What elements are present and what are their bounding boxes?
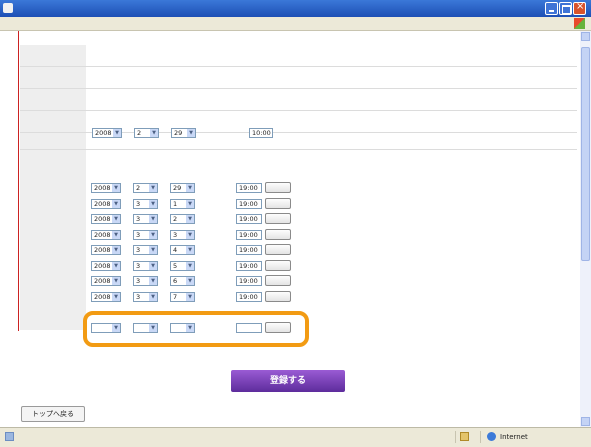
ie-icon (3, 3, 13, 13)
day-select[interactable]: 5 (170, 261, 195, 271)
row-label (20, 133, 86, 150)
scroll-down-arrow[interactable] (581, 417, 590, 426)
month-select[interactable]: 3 (133, 292, 158, 302)
year-select[interactable]: 2008 (91, 230, 121, 240)
day-select[interactable]: 7 (170, 292, 195, 302)
day-select[interactable]: 6 (170, 276, 195, 286)
close-button[interactable] (573, 1, 586, 15)
time-input[interactable]: 19:00 (236, 292, 262, 302)
internet-zone-icon (487, 432, 496, 441)
day-select[interactable]: 1 (170, 199, 195, 209)
month-select[interactable]: 3 (133, 276, 158, 286)
time-input[interactable]: 19:00 (236, 276, 262, 286)
page-content: 2008 2 29 10:00 200822919:0020083119:002… (0, 31, 580, 427)
page-done-icon (5, 432, 14, 441)
year-select[interactable]: 2008 (91, 276, 121, 286)
back-to-top-link[interactable]: トップへ戻る (21, 406, 85, 422)
row-divider (20, 110, 577, 111)
month-select[interactable]: 3 (133, 261, 158, 271)
year-select[interactable]: 2008 (91, 261, 121, 271)
month-select[interactable]: 3 (133, 214, 158, 224)
status-divider (480, 431, 481, 443)
row-divider (20, 66, 577, 67)
day-select[interactable]: 29 (170, 183, 195, 193)
row-label (20, 45, 86, 67)
window-titlebar (0, 0, 591, 17)
year-select[interactable]: 2008 (91, 183, 121, 193)
month-select[interactable]: 3 (133, 199, 158, 209)
month-select[interactable]: 2 (133, 183, 158, 193)
row-divider (20, 88, 577, 89)
highlight-box (83, 311, 309, 347)
menu-bar (0, 17, 591, 31)
form-frame: 2008 2 29 10:00 (18, 31, 578, 331)
row-label (20, 67, 86, 89)
time-input[interactable]: 19:00 (236, 214, 262, 224)
clear-button[interactable] (265, 260, 291, 271)
windows-logo-icon (574, 18, 585, 29)
time-input[interactable]: 19:00 (236, 199, 262, 209)
time-input[interactable]: 19:00 (236, 183, 262, 193)
scroll-up-arrow[interactable] (581, 32, 590, 41)
status-bar: Internet (0, 427, 591, 447)
security-zone: Internet (500, 433, 528, 441)
day-select[interactable]: 4 (170, 245, 195, 255)
clear-button[interactable] (265, 198, 291, 209)
year-select[interactable]: 2008 (91, 214, 121, 224)
row-label (20, 89, 86, 111)
clear-button[interactable] (265, 213, 291, 224)
clear-button[interactable] (265, 275, 291, 286)
status-divider (455, 431, 456, 443)
minimize-button[interactable] (545, 2, 558, 15)
security-icon (460, 432, 469, 441)
sale-day-select[interactable]: 29 (171, 128, 196, 138)
clear-button[interactable] (265, 182, 291, 193)
row-label (20, 150, 86, 331)
clear-button[interactable] (265, 291, 291, 302)
month-select[interactable]: 3 (133, 245, 158, 255)
sale-time-input[interactable]: 10:00 (249, 128, 273, 138)
year-select[interactable]: 2008 (91, 199, 121, 209)
time-input[interactable]: 19:00 (236, 245, 262, 255)
clear-button[interactable] (265, 244, 291, 255)
month-select[interactable]: 3 (133, 230, 158, 240)
register-button[interactable]: 登録する (231, 370, 345, 392)
sale-year-select[interactable]: 2008 (92, 128, 122, 138)
day-select[interactable]: 3 (170, 230, 195, 240)
vertical-scrollbar[interactable] (580, 31, 591, 427)
window-title (17, 4, 517, 13)
time-input[interactable]: 19:00 (236, 261, 262, 271)
year-select[interactable]: 2008 (91, 245, 121, 255)
clear-button[interactable] (265, 229, 291, 240)
scroll-thumb[interactable] (581, 47, 590, 261)
row-label (20, 111, 86, 133)
year-select[interactable]: 2008 (91, 292, 121, 302)
time-input[interactable]: 19:00 (236, 230, 262, 240)
day-select[interactable]: 2 (170, 214, 195, 224)
maximize-button[interactable] (559, 2, 572, 15)
sale-month-select[interactable]: 2 (134, 128, 159, 138)
row-divider (20, 149, 577, 150)
